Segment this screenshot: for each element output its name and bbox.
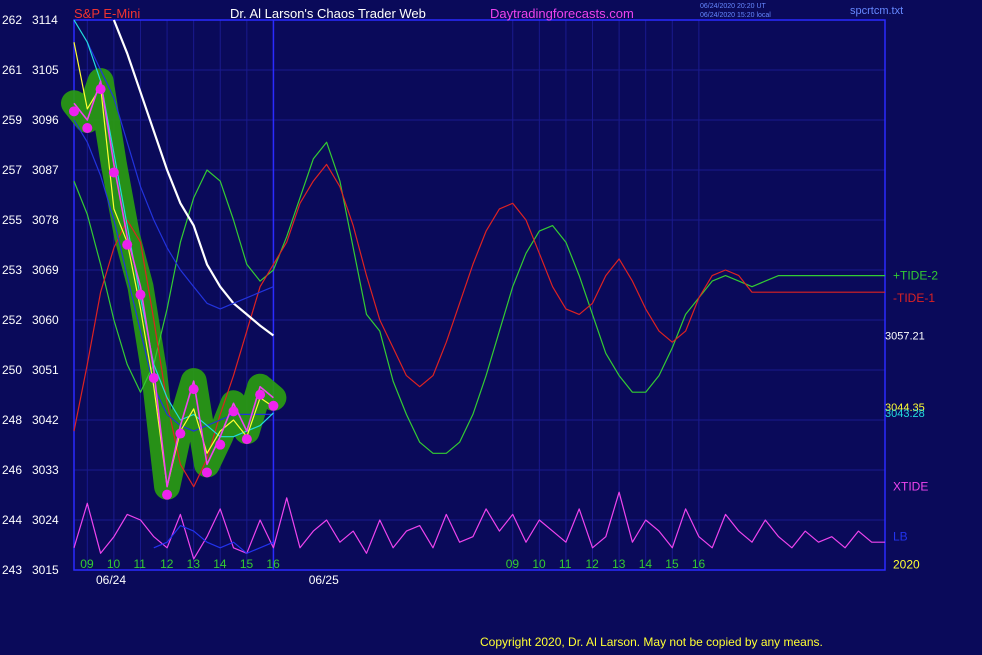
y-tick-label: 3069 — [32, 263, 59, 277]
legend-label: -TIDE-1 — [893, 291, 935, 305]
x-tick-label: 11 — [133, 557, 146, 571]
value-label: 3057.21 — [885, 331, 925, 343]
x-tick-label: 12 — [160, 557, 174, 571]
chart-window: 262 3114 261 3105 259 3096 257 3087 255 3078 253 30… — [0, 0, 982, 650]
energy-dot — [228, 406, 239, 417]
y-tick-label: 3033 — [32, 463, 59, 477]
energy-dot — [95, 84, 106, 95]
header-stamp-ut: 06/24/2020 20:20 UT — [700, 3, 766, 10]
y-tick-label: 3024 — [32, 513, 59, 527]
energy-dot — [188, 384, 199, 395]
y-alt-label: 248 — [2, 413, 22, 427]
x-tick-label: 16 — [692, 557, 706, 571]
energy-dot — [162, 489, 173, 500]
x-tick-label: 13 — [612, 557, 626, 571]
energy-dot — [122, 239, 133, 250]
energy-dot — [135, 289, 146, 300]
x-tick-label: 13 — [187, 557, 201, 571]
x-tick-label: 10 — [107, 557, 121, 571]
y-alt-label: 253 — [2, 263, 22, 277]
y-alt-label: 262 — [2, 13, 22, 27]
y-tick-label: 3105 — [32, 63, 59, 77]
price-chart: 262 3114 261 3105 259 3096 257 3087 255 3078 253 30… — [0, 0, 982, 650]
x-tick-label: 09 — [506, 557, 520, 571]
y-tick-label: 3078 — [32, 213, 59, 227]
energy-dot — [201, 467, 212, 478]
y-alt-label: 250 — [2, 363, 22, 377]
y-alt-label: 252 — [2, 313, 22, 327]
x-tick-label: 12 — [586, 557, 600, 571]
x-tick-label: 15 — [240, 557, 254, 571]
y-alt-label: 244 — [2, 513, 22, 527]
legend-label: +TIDE-2 — [893, 269, 938, 283]
y-tick-label: 3060 — [32, 313, 59, 327]
y-alt-label: 255 — [2, 213, 22, 227]
x-tick-label: 14 — [639, 557, 653, 571]
y-alt-label: 257 — [2, 163, 22, 177]
x-tick-label: 15 — [665, 557, 679, 571]
energy-dot — [148, 373, 159, 383]
y-alt-label: 243 — [2, 563, 22, 577]
x-tick-label: 09 — [80, 557, 94, 571]
date-label: 06/24 — [96, 573, 126, 587]
date-label: 06/25 — [309, 573, 339, 587]
y-alt-label: 246 — [2, 463, 22, 477]
header-stamp-local: 06/24/2020 15:20 local — [700, 12, 771, 19]
y-tick-label: 3015 — [32, 563, 59, 577]
legend-label: 2020 — [893, 557, 920, 571]
energy-dot — [82, 123, 93, 133]
value-label: 3043.28 — [885, 408, 925, 420]
x-tick-label: 14 — [213, 557, 227, 571]
energy-dot — [241, 434, 252, 445]
y-tick-label: 3087 — [32, 163, 59, 177]
x-tick-label: 10 — [532, 557, 546, 571]
energy-dot — [268, 400, 279, 411]
y-tick-label: 3051 — [32, 363, 59, 377]
x-tick-label: 11 — [559, 557, 572, 571]
y-tick-label: 3096 — [32, 113, 59, 127]
y-tick-label: 3042 — [32, 413, 59, 427]
y-tick-label: 3114 — [32, 13, 58, 27]
header-title: Dr. Al Larson's Chaos Trader Web — [230, 6, 426, 21]
energy-dot — [215, 439, 226, 450]
header-site: Daytradingforecasts.com — [490, 6, 634, 21]
x-tick-label: 16 — [266, 557, 280, 571]
header-file: spcrtcm.txt — [850, 5, 903, 17]
legend-label: LB — [893, 530, 908, 544]
energy-dot — [69, 106, 79, 117]
footer-copyright: Copyright 2020, Dr. Al Larson. May not b… — [480, 635, 823, 649]
y-alt-label: 259 — [2, 113, 22, 127]
energy-dot — [175, 428, 186, 439]
legend-label: XTIDE — [893, 480, 928, 494]
y-alt-label: 261 — [2, 63, 22, 77]
header-symbol: S&P E-Mini — [74, 6, 140, 21]
energy-dot — [108, 167, 119, 178]
energy-dot — [255, 389, 266, 400]
